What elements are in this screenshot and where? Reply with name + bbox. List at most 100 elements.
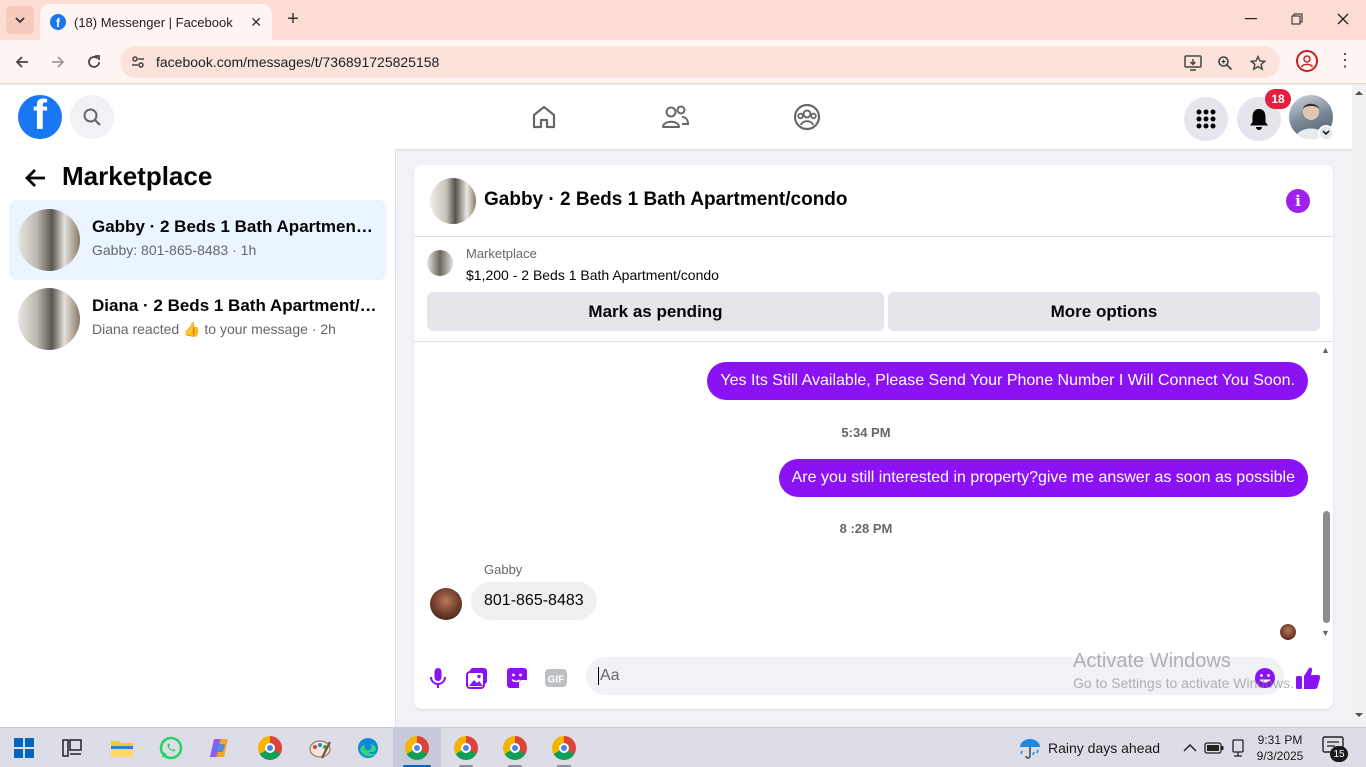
chat-panel: Gabby · 2 Beds 1 Bath Apartment/condo i …: [414, 165, 1333, 709]
address-bar[interactable]: facebook.com/messages/t/736891725825158: [120, 46, 1280, 78]
seen-indicator-avatar: [1280, 624, 1296, 640]
emoji-icon[interactable]: [1251, 664, 1279, 692]
site-info-icon[interactable]: [130, 54, 146, 73]
reload-button[interactable]: [82, 50, 106, 74]
friends-icon: [662, 105, 690, 128]
chevron-down-icon[interactable]: [1318, 125, 1334, 141]
listing-label: Marketplace: [466, 246, 537, 261]
umbrella-rain-icon[interactable]: [1016, 734, 1044, 762]
search-icon: [83, 108, 101, 126]
facebook-search-button[interactable]: [70, 95, 114, 139]
nav-groups-button[interactable]: [789, 99, 825, 135]
whatsapp-icon[interactable]: [157, 734, 185, 762]
outgoing-message[interactable]: Are you still interested in property?giv…: [778, 459, 1308, 497]
chat-scrollbar[interactable]: ▲ ▼: [1320, 343, 1333, 643]
task-view-button[interactable]: [58, 734, 86, 762]
bell-icon: [1250, 109, 1268, 130]
conversation-item-diana[interactable]: Diana · 2 Beds 1 Bath Apartment/condo Di…: [9, 279, 387, 359]
page-scrollbar[interactable]: [1352, 85, 1366, 727]
edge-icon[interactable]: [354, 734, 382, 762]
network-icon[interactable]: [1224, 734, 1252, 762]
chrome-profile-3-icon[interactable]: [501, 734, 529, 762]
browser-profile-icon[interactable]: [1296, 50, 1318, 72]
sidebar-title: Marketplace: [62, 161, 213, 191]
tab-search-button[interactable]: [6, 6, 34, 34]
chat-title[interactable]: Gabby · 2 Beds 1 Bath Apartment/condo: [484, 189, 848, 211]
windows-taskbar: Rainy days ahead 9:31 PM 9/3/2025 15: [0, 727, 1366, 767]
chrome-profile-4-icon[interactable]: [550, 734, 578, 762]
copilot-icon[interactable]: [206, 734, 234, 762]
outgoing-message[interactable]: Yes Its Still Available, Please Send You…: [707, 362, 1308, 400]
browser-menu-icon[interactable]: ⋮: [1336, 50, 1354, 71]
file-explorer-icon[interactable]: [108, 734, 136, 762]
facebook-header: f 18: [0, 85, 1352, 149]
restore-button[interactable]: [1274, 0, 1320, 38]
chrome-profile-a-icon[interactable]: [256, 734, 284, 762]
thumbs-up-emoji: 👍: [183, 321, 201, 337]
chrome-profile-2-icon[interactable]: [452, 734, 480, 762]
new-tab-button[interactable]: +: [282, 8, 304, 30]
message-timestamp: 5:34 PM: [841, 425, 891, 440]
zoom-icon[interactable]: [1214, 52, 1236, 74]
conversation-name: Diana · 2 Beds 1 Bath Apartment/condo: [92, 296, 377, 315]
install-app-icon[interactable]: [1182, 52, 1204, 74]
close-window-button[interactable]: [1320, 0, 1366, 38]
message-composer: GIF Aa: [414, 649, 1333, 709]
forward-button[interactable]: [46, 50, 70, 74]
facebook-logo-icon[interactable]: f: [18, 95, 62, 139]
groups-icon: [793, 103, 821, 131]
microphone-icon[interactable]: [424, 664, 452, 692]
sticker-icon[interactable]: [503, 664, 531, 692]
conversation-preview: Diana reacted 👍 to your message · 2h: [92, 321, 336, 338]
preview-suffix: to your message · 2h: [204, 321, 336, 337]
nav-friends-button[interactable]: [657, 99, 693, 135]
listing-thumbnail: [18, 288, 80, 350]
weather-text[interactable]: Rainy days ahead: [1048, 740, 1160, 756]
start-button[interactable]: [10, 734, 38, 762]
system-clock[interactable]: 9:31 PM 9/3/2025: [1254, 732, 1306, 764]
bookmark-star-icon[interactable]: [1247, 52, 1269, 74]
facebook-favicon-icon: f: [50, 14, 66, 30]
windows-logo-icon: [14, 738, 34, 758]
clock-date: 9/3/2025: [1256, 749, 1304, 763]
listing-thumbnail[interactable]: [427, 250, 453, 276]
conversation-preview: Gabby: 801-865-8483 · 1h: [92, 242, 257, 258]
more-options-button[interactable]: More options: [888, 292, 1320, 331]
message-input[interactable]: Aa: [586, 657, 1284, 695]
scroll-up-icon[interactable]: ▲: [1321, 345, 1330, 355]
browser-tab-active[interactable]: f (18) Messenger | Facebook ✕: [40, 4, 272, 40]
svg-text:GIF: GIF: [548, 675, 565, 686]
conversation-item-gabby[interactable]: Gabby · 2 Beds 1 Bath Apartment/condo Ga…: [9, 200, 387, 280]
chrome-profile-active-icon[interactable]: [403, 734, 431, 762]
url-text: facebook.com/messages/t/736891725825158: [156, 54, 440, 70]
back-button[interactable]: [10, 50, 34, 74]
sender-name: Gabby: [484, 562, 523, 577]
message-timestamp: 8 :28 PM: [839, 521, 893, 536]
incoming-message[interactable]: 801-865-8483: [471, 582, 597, 620]
text-caret: [598, 667, 599, 685]
chat-listing-avatar[interactable]: [430, 178, 476, 224]
minimize-button[interactable]: [1228, 0, 1274, 38]
mark-as-pending-button[interactable]: Mark as pending: [427, 292, 884, 331]
clock-time: 9:31 PM: [1257, 733, 1303, 747]
grid-menu-icon: [1196, 109, 1216, 129]
back-arrow-icon[interactable]: [22, 165, 48, 191]
info-icon[interactable]: i: [1286, 189, 1310, 213]
menu-button[interactable]: [1184, 97, 1228, 141]
chat-header: Gabby · 2 Beds 1 Bath Apartment/condo i: [414, 165, 1333, 237]
paint-app-icon[interactable]: [306, 734, 334, 762]
listing-thumbnail: [18, 209, 80, 271]
notification-badge: 18: [1265, 89, 1291, 109]
listing-title[interactable]: $1,200 - 2 Beds 1 Bath Apartment/condo: [466, 267, 719, 283]
tab-title: (18) Messenger | Facebook: [74, 14, 233, 30]
gif-icon[interactable]: GIF: [542, 664, 570, 692]
sender-avatar[interactable]: [430, 588, 462, 620]
photo-icon[interactable]: [463, 664, 491, 692]
tab-close-icon[interactable]: ✕: [250, 14, 262, 31]
scroll-down-icon[interactable]: ▼: [1321, 628, 1330, 638]
scroll-thumb[interactable]: [1323, 511, 1330, 623]
thumbs-up-icon[interactable]: [1294, 664, 1322, 692]
nav-home-button[interactable]: [526, 99, 562, 135]
preview-prefix: Diana reacted: [92, 321, 180, 337]
conversation-name: Gabby · 2 Beds 1 Bath Apartment/condo: [92, 217, 377, 236]
